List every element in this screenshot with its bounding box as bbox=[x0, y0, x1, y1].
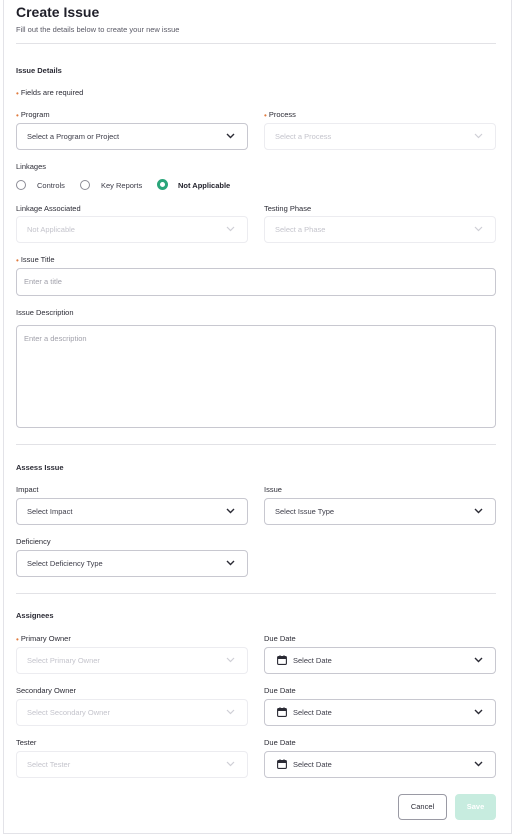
primary-owner-select[interactable]: Select Primary Owner bbox=[16, 647, 248, 674]
tester-label: Tester bbox=[16, 738, 37, 747]
radio-controls[interactable] bbox=[16, 180, 26, 190]
issue-type-select[interactable]: Select Issue Type bbox=[264, 498, 496, 525]
required-marker: • bbox=[16, 635, 19, 644]
required-marker: • bbox=[16, 89, 19, 98]
primary-owner-label-text: Primary Owner bbox=[20, 634, 71, 643]
program-select[interactable]: Select a Program or Project bbox=[16, 123, 248, 150]
issue-details-heading: Issue Details bbox=[16, 66, 62, 75]
due-date-value: Select Date bbox=[293, 656, 332, 665]
calendar-icon bbox=[277, 655, 287, 665]
due-date-label-1: Due Date bbox=[264, 634, 296, 643]
section-divider bbox=[16, 444, 496, 445]
secondary-owner-label: Secondary Owner bbox=[16, 686, 77, 695]
required-marker: • bbox=[16, 256, 19, 265]
chevron-down-icon bbox=[474, 761, 483, 767]
linkage-associated-value: Not Applicable bbox=[27, 225, 75, 234]
issue-type-label: Issue bbox=[264, 485, 282, 494]
tester-select[interactable]: Select Tester bbox=[16, 751, 248, 778]
chevron-down-icon bbox=[226, 560, 235, 566]
due-date-value: Select Date bbox=[293, 760, 332, 769]
due-date-select-primary[interactable]: Select Date bbox=[264, 647, 496, 674]
chevron-down-icon bbox=[474, 226, 483, 232]
chevron-down-icon bbox=[226, 508, 235, 514]
issue-description-textarea[interactable]: Enter a description bbox=[16, 325, 496, 428]
issue-description-placeholder: Enter a description bbox=[24, 334, 87, 343]
process-select[interactable]: Select a Process bbox=[264, 123, 496, 150]
page-title: Create Issue bbox=[16, 4, 100, 20]
issue-title-placeholder: Enter a title bbox=[24, 277, 62, 286]
testing-phase-value: Select a Phase bbox=[275, 225, 326, 234]
calendar-icon bbox=[277, 707, 287, 717]
chevron-down-icon bbox=[226, 709, 235, 715]
program-label-text: Program bbox=[20, 110, 50, 119]
header-divider bbox=[16, 43, 496, 44]
cancel-button[interactable]: Cancel bbox=[398, 794, 447, 820]
radio-not-applicable-label: Not Applicable bbox=[178, 181, 231, 190]
deficiency-select-value: Select Deficiency Type bbox=[27, 559, 103, 568]
process-label: • Process bbox=[264, 110, 296, 120]
chevron-down-icon bbox=[474, 133, 483, 139]
linkage-associated-select[interactable]: Not Applicable bbox=[16, 216, 248, 243]
required-note-text: Fields are required bbox=[20, 88, 84, 97]
chevron-down-icon bbox=[226, 226, 235, 232]
linkages-label: Linkages bbox=[16, 162, 47, 171]
primary-owner-label: • Primary Owner bbox=[16, 634, 71, 644]
process-label-text: Process bbox=[268, 110, 296, 119]
required-note: • Fields are required bbox=[16, 88, 84, 98]
primary-owner-value: Select Primary Owner bbox=[27, 656, 100, 665]
issue-title-input[interactable]: Enter a title bbox=[16, 268, 496, 296]
chevron-down-icon bbox=[474, 508, 483, 514]
impact-label: Impact bbox=[16, 485, 39, 494]
tester-value: Select Tester bbox=[27, 760, 71, 769]
due-date-value: Select Date bbox=[293, 708, 332, 717]
radio-key-reports-label: Key Reports bbox=[101, 181, 143, 190]
impact-select-value: Select Impact bbox=[27, 507, 73, 516]
chevron-down-icon bbox=[474, 709, 483, 715]
testing-phase-label: Testing Phase bbox=[264, 204, 312, 213]
issue-title-label-text: Issue Title bbox=[20, 255, 55, 264]
chevron-down-icon bbox=[226, 133, 235, 139]
issue-title-label: • Issue Title bbox=[16, 255, 55, 265]
due-date-label-2: Due Date bbox=[264, 686, 296, 695]
testing-phase-select[interactable]: Select a Phase bbox=[264, 216, 496, 243]
required-marker: • bbox=[264, 111, 267, 120]
deficiency-select[interactable]: Select Deficiency Type bbox=[16, 550, 248, 577]
assess-issue-heading: Assess Issue bbox=[16, 463, 64, 472]
secondary-owner-select[interactable]: Select Secondary Owner bbox=[16, 699, 248, 726]
save-button[interactable]: Save bbox=[455, 794, 496, 820]
required-marker: • bbox=[16, 111, 19, 120]
secondary-owner-value: Select Secondary Owner bbox=[27, 708, 110, 717]
radio-controls-label: Controls bbox=[37, 181, 65, 190]
program-label: • Program bbox=[16, 110, 50, 120]
process-select-value: Select a Process bbox=[275, 132, 332, 141]
chevron-down-icon bbox=[474, 657, 483, 663]
section-divider bbox=[16, 593, 496, 594]
program-select-value: Select a Program or Project bbox=[27, 132, 120, 141]
impact-select[interactable]: Select Impact bbox=[16, 498, 248, 525]
due-date-select-tester[interactable]: Select Date bbox=[264, 751, 496, 778]
due-date-label-3: Due Date bbox=[264, 738, 296, 747]
page-subtitle: Fill out the details below to create you… bbox=[16, 25, 180, 34]
issue-type-select-value: Select Issue Type bbox=[275, 507, 335, 516]
assignees-heading: Assignees bbox=[16, 611, 54, 620]
linkage-associated-label: Linkage Associated bbox=[16, 204, 81, 213]
radio-not-applicable[interactable] bbox=[157, 179, 168, 190]
chevron-down-icon bbox=[226, 761, 235, 767]
deficiency-label: Deficiency bbox=[16, 537, 51, 546]
radio-key-reports[interactable] bbox=[80, 180, 90, 190]
due-date-select-secondary[interactable]: Select Date bbox=[264, 699, 496, 726]
calendar-icon bbox=[277, 759, 287, 769]
chevron-down-icon bbox=[226, 657, 235, 663]
issue-description-label: Issue Description bbox=[16, 308, 74, 317]
